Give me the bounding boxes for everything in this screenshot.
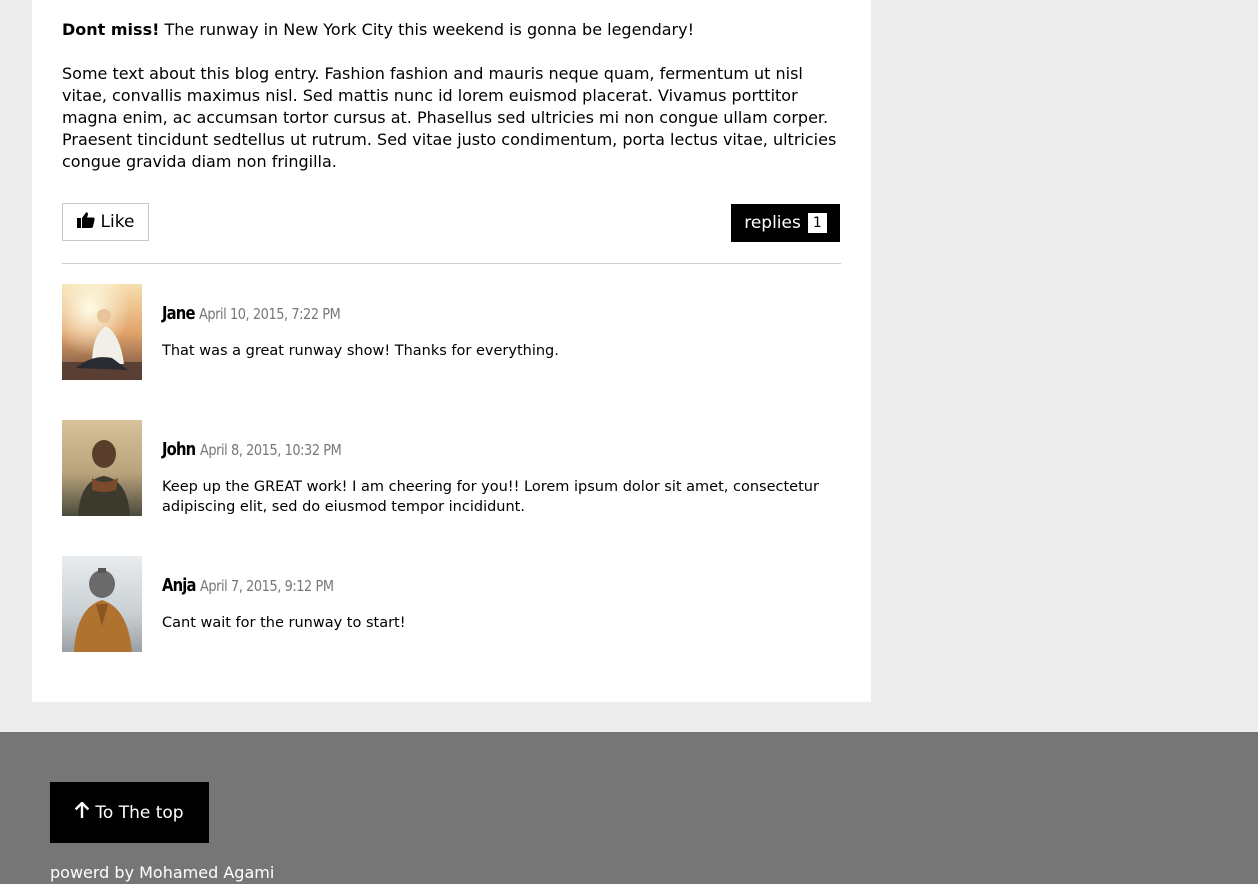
comment-text: Cant wait for the runway to start! <box>162 615 406 631</box>
replies-label: replies <box>744 213 801 233</box>
post-intro-bold: Dont miss! <box>62 20 160 39</box>
divider <box>62 263 841 264</box>
replies-button[interactable]: replies 1 <box>731 204 840 242</box>
arrow-up-icon <box>75 801 90 823</box>
like-button[interactable]: Like <box>62 203 149 241</box>
to-the-top-button[interactable]: To The top <box>50 782 209 843</box>
avatar <box>62 556 142 652</box>
comment-author: John <box>162 439 196 460</box>
comment-author: Anja <box>162 575 196 596</box>
footer: To The top powerd by Mohamed Agami <box>0 732 1258 884</box>
comment-text: That was a great runway show! Thanks for… <box>162 343 559 359</box>
comment-header: Jane April 10, 2015, 7:22 PM <box>162 303 363 324</box>
like-label: Like <box>100 212 135 232</box>
blog-entry-card: Dont miss! The runway in New York City t… <box>32 0 871 702</box>
comment-author: Jane <box>162 303 196 324</box>
comment-text: Keep up the GREAT work! I am cheering fo… <box>162 479 819 515</box>
comment-header: John April 8, 2015, 10:32 PM <box>162 439 364 460</box>
post-intro-text: The runway in New York City this weekend… <box>159 20 694 39</box>
comment-header: Anja April 7, 2015, 9:12 PM <box>162 575 355 596</box>
comment-date: April 8, 2015, 10:32 PM <box>199 441 342 459</box>
powered-by-text: powerd by Mohamed Agami <box>50 863 275 882</box>
to-the-top-label: To The top <box>95 802 184 823</box>
post-body: Some text about this blog entry. Fashion… <box>62 64 837 171</box>
post-intro: Dont miss! The runway in New York City t… <box>62 19 842 41</box>
avatar <box>62 420 142 516</box>
replies-count-badge: 1 <box>807 213 827 233</box>
comment-date: April 7, 2015, 9:12 PM <box>200 577 334 595</box>
comment-date: April 10, 2015, 7:22 PM <box>198 305 341 323</box>
thumbs-up-icon <box>76 211 95 233</box>
avatar <box>62 284 142 380</box>
